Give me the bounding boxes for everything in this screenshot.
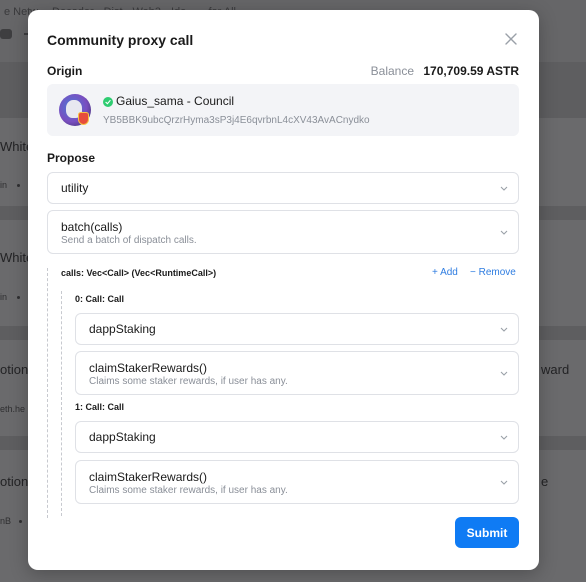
chevron-down-icon bbox=[500, 435, 508, 440]
call-1-pallet-value: dappStaking bbox=[89, 430, 156, 444]
call-0-label: 0: Call: Call bbox=[75, 294, 125, 304]
background-row-right: ward bbox=[541, 362, 570, 377]
call-0-method-description: Claims some staker rewards, if user has … bbox=[89, 376, 288, 387]
call-0-method-value: claimStakerRewards() bbox=[89, 361, 208, 375]
background-row-title: otion bbox=[0, 474, 29, 489]
add-call-button[interactable]: + Add bbox=[432, 267, 458, 278]
background-dot bbox=[19, 520, 22, 523]
call-1-pallet-select[interactable]: dappStaking bbox=[75, 421, 519, 453]
call-1-label: 1: Call: Call bbox=[75, 402, 125, 412]
verified-check-icon bbox=[103, 97, 113, 107]
calls-group-border bbox=[47, 268, 48, 518]
background-row-sub: eth.he bbox=[0, 404, 26, 414]
balance: Balance 170,709.59 ASTR bbox=[371, 64, 519, 78]
chevron-down-icon bbox=[500, 230, 508, 235]
call-0-pallet-select[interactable]: dappStaking bbox=[75, 313, 519, 345]
council-badge-icon bbox=[78, 112, 89, 125]
call-1-method-value: claimStakerRewards() bbox=[89, 470, 208, 484]
chevron-down-icon bbox=[500, 186, 508, 191]
background-row-right: e bbox=[541, 474, 549, 489]
pallet-select-value: utility bbox=[61, 181, 89, 195]
method-select-value: batch(calls) bbox=[61, 220, 123, 234]
discord-icon bbox=[0, 29, 12, 39]
origin-account-card[interactable]: Gaius_sama - Council YB5BBK9ubcQrzrHyma3… bbox=[47, 84, 519, 136]
pallet-select[interactable]: utility bbox=[47, 172, 519, 204]
close-icon[interactable] bbox=[504, 32, 518, 46]
submit-button[interactable]: Submit bbox=[455, 517, 519, 548]
chevron-down-icon bbox=[500, 371, 508, 376]
calls-param-label: calls: Vec<Call> (Vec<RuntimeCall>) bbox=[61, 268, 217, 278]
chevron-down-icon bbox=[500, 480, 508, 485]
method-select[interactable]: batch(calls) Send a batch of dispatch ca… bbox=[47, 210, 519, 254]
propose-label: Propose bbox=[47, 151, 96, 165]
chevron-down-icon bbox=[500, 327, 508, 332]
community-proxy-call-modal: Community proxy call Origin Balance 170,… bbox=[28, 10, 539, 570]
remove-call-button[interactable]: − Remove bbox=[470, 267, 516, 278]
modal-title: Community proxy call bbox=[47, 32, 194, 48]
account-address: YB5BBK9ubcQrzrHyma3sP3j4E6qvrbnL4cXV43Av… bbox=[103, 115, 370, 126]
background-row-sub: nB bbox=[0, 516, 12, 526]
background-dot bbox=[17, 296, 20, 299]
background-row-title: otion bbox=[0, 362, 29, 377]
background-row-sub: in bbox=[0, 292, 8, 302]
call-group-border bbox=[61, 291, 62, 516]
balance-value: 170,709.59 ASTR bbox=[423, 64, 519, 78]
account-name: Gaius_sama - Council bbox=[116, 94, 235, 108]
method-select-description: Send a batch of dispatch calls. bbox=[61, 235, 197, 246]
balance-label: Balance bbox=[370, 64, 415, 78]
call-1-method-select[interactable]: claimStakerRewards() Claims some staker … bbox=[75, 460, 519, 504]
origin-label: Origin bbox=[47, 64, 83, 78]
call-0-pallet-value: dappStaking bbox=[89, 322, 156, 336]
call-0-method-select[interactable]: claimStakerRewards() Claims some staker … bbox=[75, 351, 519, 395]
background-dot bbox=[17, 184, 20, 187]
call-1-method-description: Claims some staker rewards, if user has … bbox=[89, 485, 288, 496]
background-row-sub: in bbox=[0, 180, 8, 190]
